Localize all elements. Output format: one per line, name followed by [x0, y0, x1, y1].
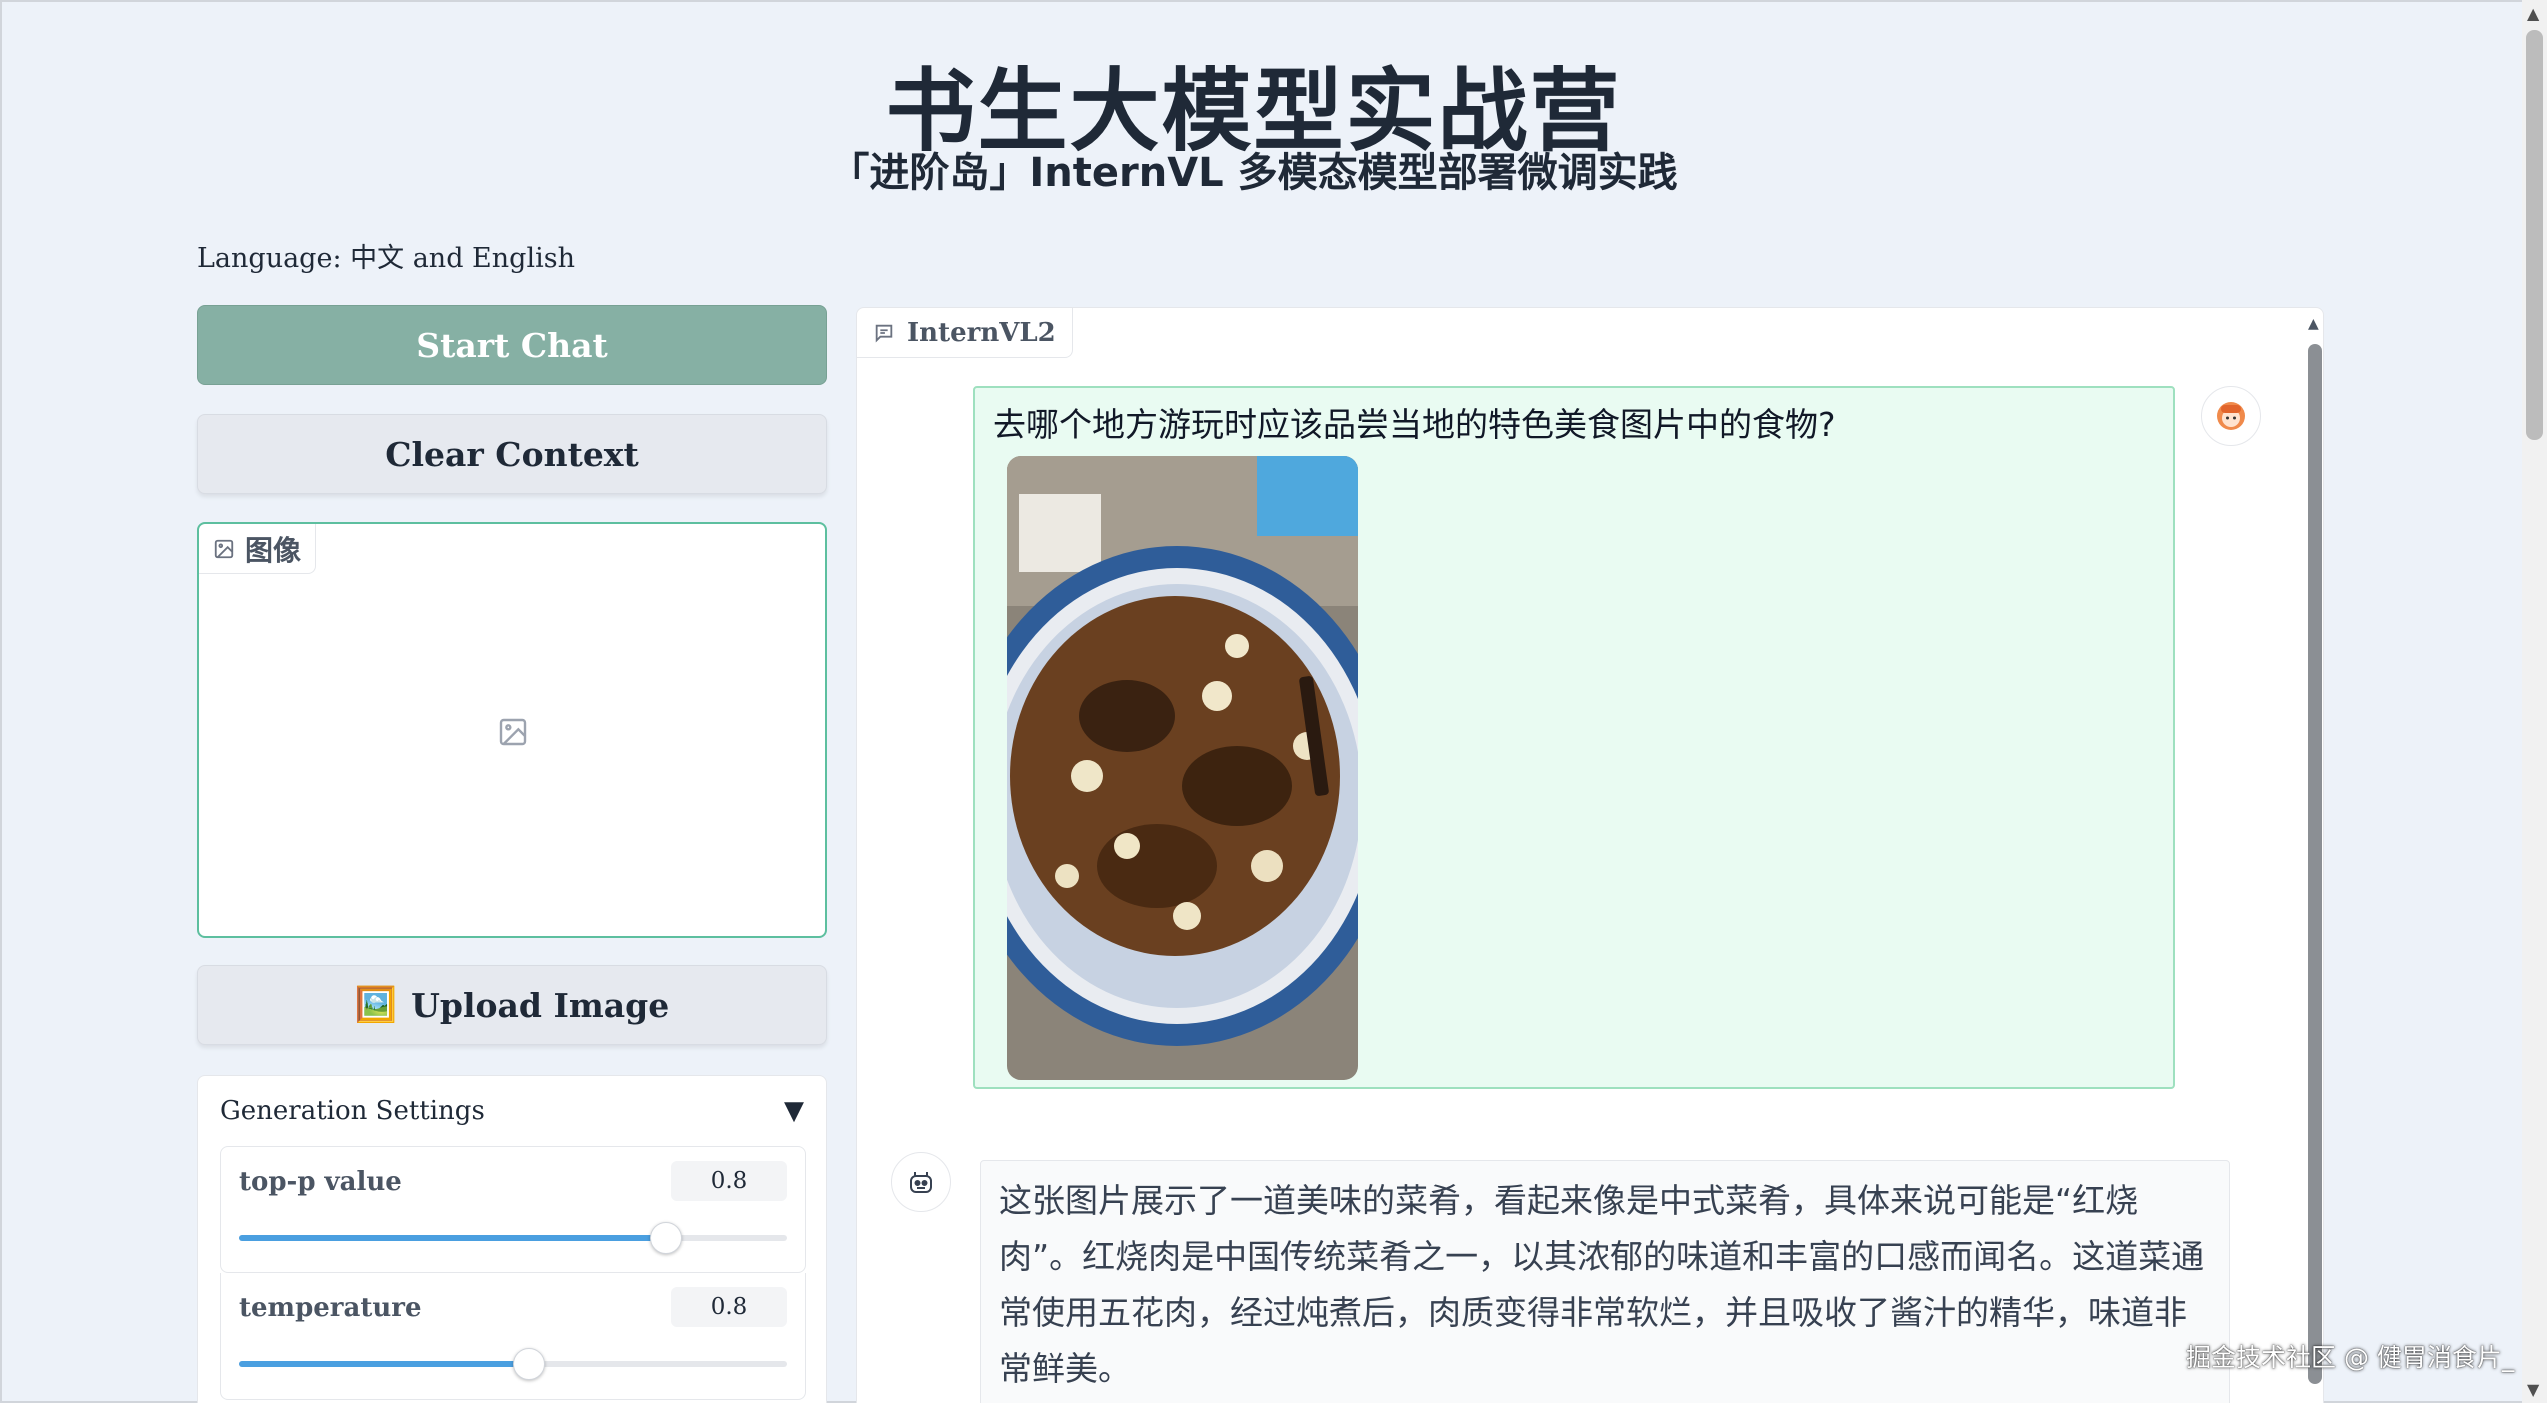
top-p-label: top-p value: [239, 1167, 402, 1197]
collapse-toggle-icon[interactable]: ▼: [784, 1096, 804, 1126]
user-message-text: 去哪个地方游玩时应该品尝当地的特色美食图片中的食物?: [993, 405, 1836, 444]
page-scroll-down-icon[interactable]: ▼: [2527, 1380, 2539, 1399]
image-icon: [214, 539, 234, 558]
page-scrollbar-thumb[interactable]: [2526, 30, 2543, 440]
assistant-avatar: [891, 1152, 951, 1212]
temperature-slider-block: temperature 0.8: [220, 1273, 806, 1400]
language-note: Language: 中文 and English: [197, 243, 575, 274]
chatbot-tab-label: InternVL2: [907, 317, 1056, 348]
assistant-message: 这张图片展示了一道美味的菜肴，看起来像是中式菜肴，具体来说可能是“红烧肉”。红烧…: [980, 1160, 2230, 1403]
temperature-label: temperature: [239, 1293, 422, 1323]
chat-scrollbar-thumb[interactable]: [2308, 344, 2322, 1384]
upload-image-label: Upload Image: [411, 985, 670, 1025]
image-panel-label: 图像: [245, 533, 302, 567]
image-panel-tab: 图像: [199, 524, 317, 574]
watermark: 掘金技术社区 @ 健胃消食片_: [2186, 1343, 2515, 1372]
temperature-slider[interactable]: [239, 1348, 787, 1380]
upload-image-button[interactable]: 🖼️ Upload Image: [197, 965, 827, 1045]
clear-context-button[interactable]: Clear Context: [197, 414, 827, 494]
user-avatar-icon: [2217, 402, 2245, 430]
chatbot-panel: InternVL2 去哪个地方游玩时应该品尝当地的特色美食图片中的食物? 这张图…: [856, 307, 2324, 1403]
picture-emoji-icon: 🖼️: [354, 985, 398, 1025]
top-p-slider[interactable]: [239, 1222, 787, 1254]
chat-bubble-icon: [875, 324, 893, 343]
chat-scrollbar[interactable]: ▲: [2305, 308, 2323, 1403]
top-p-slider-thumb[interactable]: [650, 1222, 683, 1254]
generation-settings-panel: Generation Settings ▼ top-p value 0.8 te…: [197, 1075, 827, 1403]
page-scroll-up-icon[interactable]: ▲: [2527, 4, 2539, 23]
top-p-slider-fill: [239, 1235, 667, 1241]
generation-settings-title[interactable]: Generation Settings: [220, 1096, 485, 1126]
page-subtitle: 「进阶岛」InternVL 多模态模型部署微调实践: [829, 150, 1678, 196]
start-chat-button[interactable]: Start Chat: [197, 305, 827, 385]
top-p-value-input[interactable]: 0.8: [671, 1161, 787, 1201]
temperature-slider-thumb[interactable]: [513, 1348, 546, 1380]
scroll-up-arrow-icon[interactable]: ▲: [2308, 316, 2319, 332]
robot-icon: [910, 1172, 932, 1193]
temperature-slider-fill: [239, 1361, 530, 1367]
user-message: 去哪个地方游玩时应该品尝当地的特色美食图片中的食物?: [973, 386, 2175, 1089]
uploaded-food-image[interactable]: [1007, 456, 1358, 1080]
image-upload-area[interactable]: 图像: [197, 522, 827, 938]
user-avatar: [2201, 386, 2261, 446]
assistant-message-text: 这张图片展示了一道美味的菜肴，看起来像是中式菜肴，具体来说可能是“红烧肉”。红烧…: [999, 1181, 2205, 1388]
page-scrollbar[interactable]: ▲ ▼: [2522, 0, 2547, 1403]
top-p-slider-block: top-p value 0.8: [220, 1146, 806, 1273]
image-placeholder-icon: [499, 718, 527, 746]
temperature-value-input[interactable]: 0.8: [671, 1287, 787, 1327]
chatbot-tab: InternVL2: [857, 308, 1073, 358]
